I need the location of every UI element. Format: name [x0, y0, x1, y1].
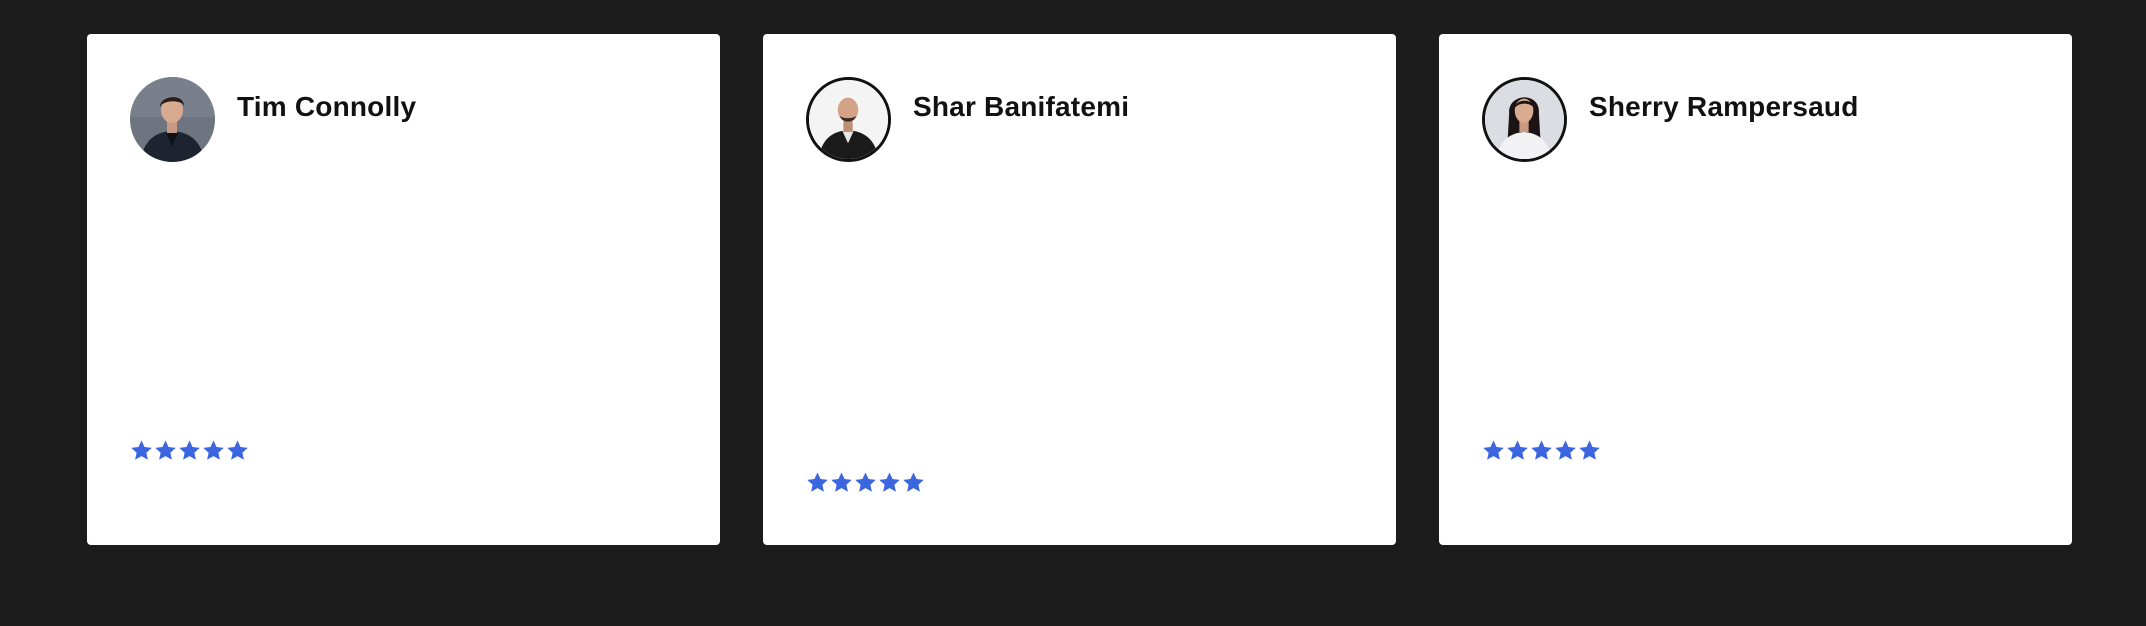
star-icon: [155, 440, 176, 460]
review-card: Shar Banifatemi: [763, 34, 1396, 545]
person-photo-icon: [1485, 80, 1564, 159]
review-card: Tim Connolly: [87, 34, 720, 545]
reviewer-name: Tim Connolly: [237, 91, 417, 122]
review-card-header: Sherry Rampersaud: [1482, 77, 1859, 162]
star-icon: [227, 440, 248, 460]
star-icon: [131, 440, 152, 460]
star-rating: [806, 471, 925, 494]
star-icon: [1531, 440, 1552, 460]
star-icon: [203, 440, 224, 460]
reviewer-avatar: [806, 77, 891, 162]
star-icon: [831, 472, 852, 492]
review-card: Sherry Rampersaud: [1439, 34, 2072, 545]
star-icon: [179, 440, 200, 460]
review-card-header: Shar Banifatemi: [806, 77, 1129, 162]
review-cards: Tim Connolly Shar Banifatemi Sherry Ramp…: [87, 34, 2072, 545]
reviewer-name: Shar Banifatemi: [913, 91, 1130, 122]
star-icon: [807, 472, 828, 492]
star-rating: [1482, 439, 1601, 462]
star-rating: [130, 439, 249, 462]
reviewer-name: Sherry Rampersaud: [1589, 91, 1859, 122]
star-icon: [1483, 440, 1504, 460]
person-photo-icon: [809, 80, 888, 159]
review-card-header: Tim Connolly: [130, 77, 416, 162]
star-icon: [1579, 440, 1600, 460]
person-photo-icon: [130, 77, 215, 162]
reviewer-avatar: [1482, 77, 1567, 162]
star-icon: [1555, 440, 1576, 460]
reviewer-avatar: [130, 77, 215, 162]
star-icon: [1507, 440, 1528, 460]
star-icon: [903, 472, 924, 492]
star-icon: [855, 472, 876, 492]
star-icon: [879, 472, 900, 492]
